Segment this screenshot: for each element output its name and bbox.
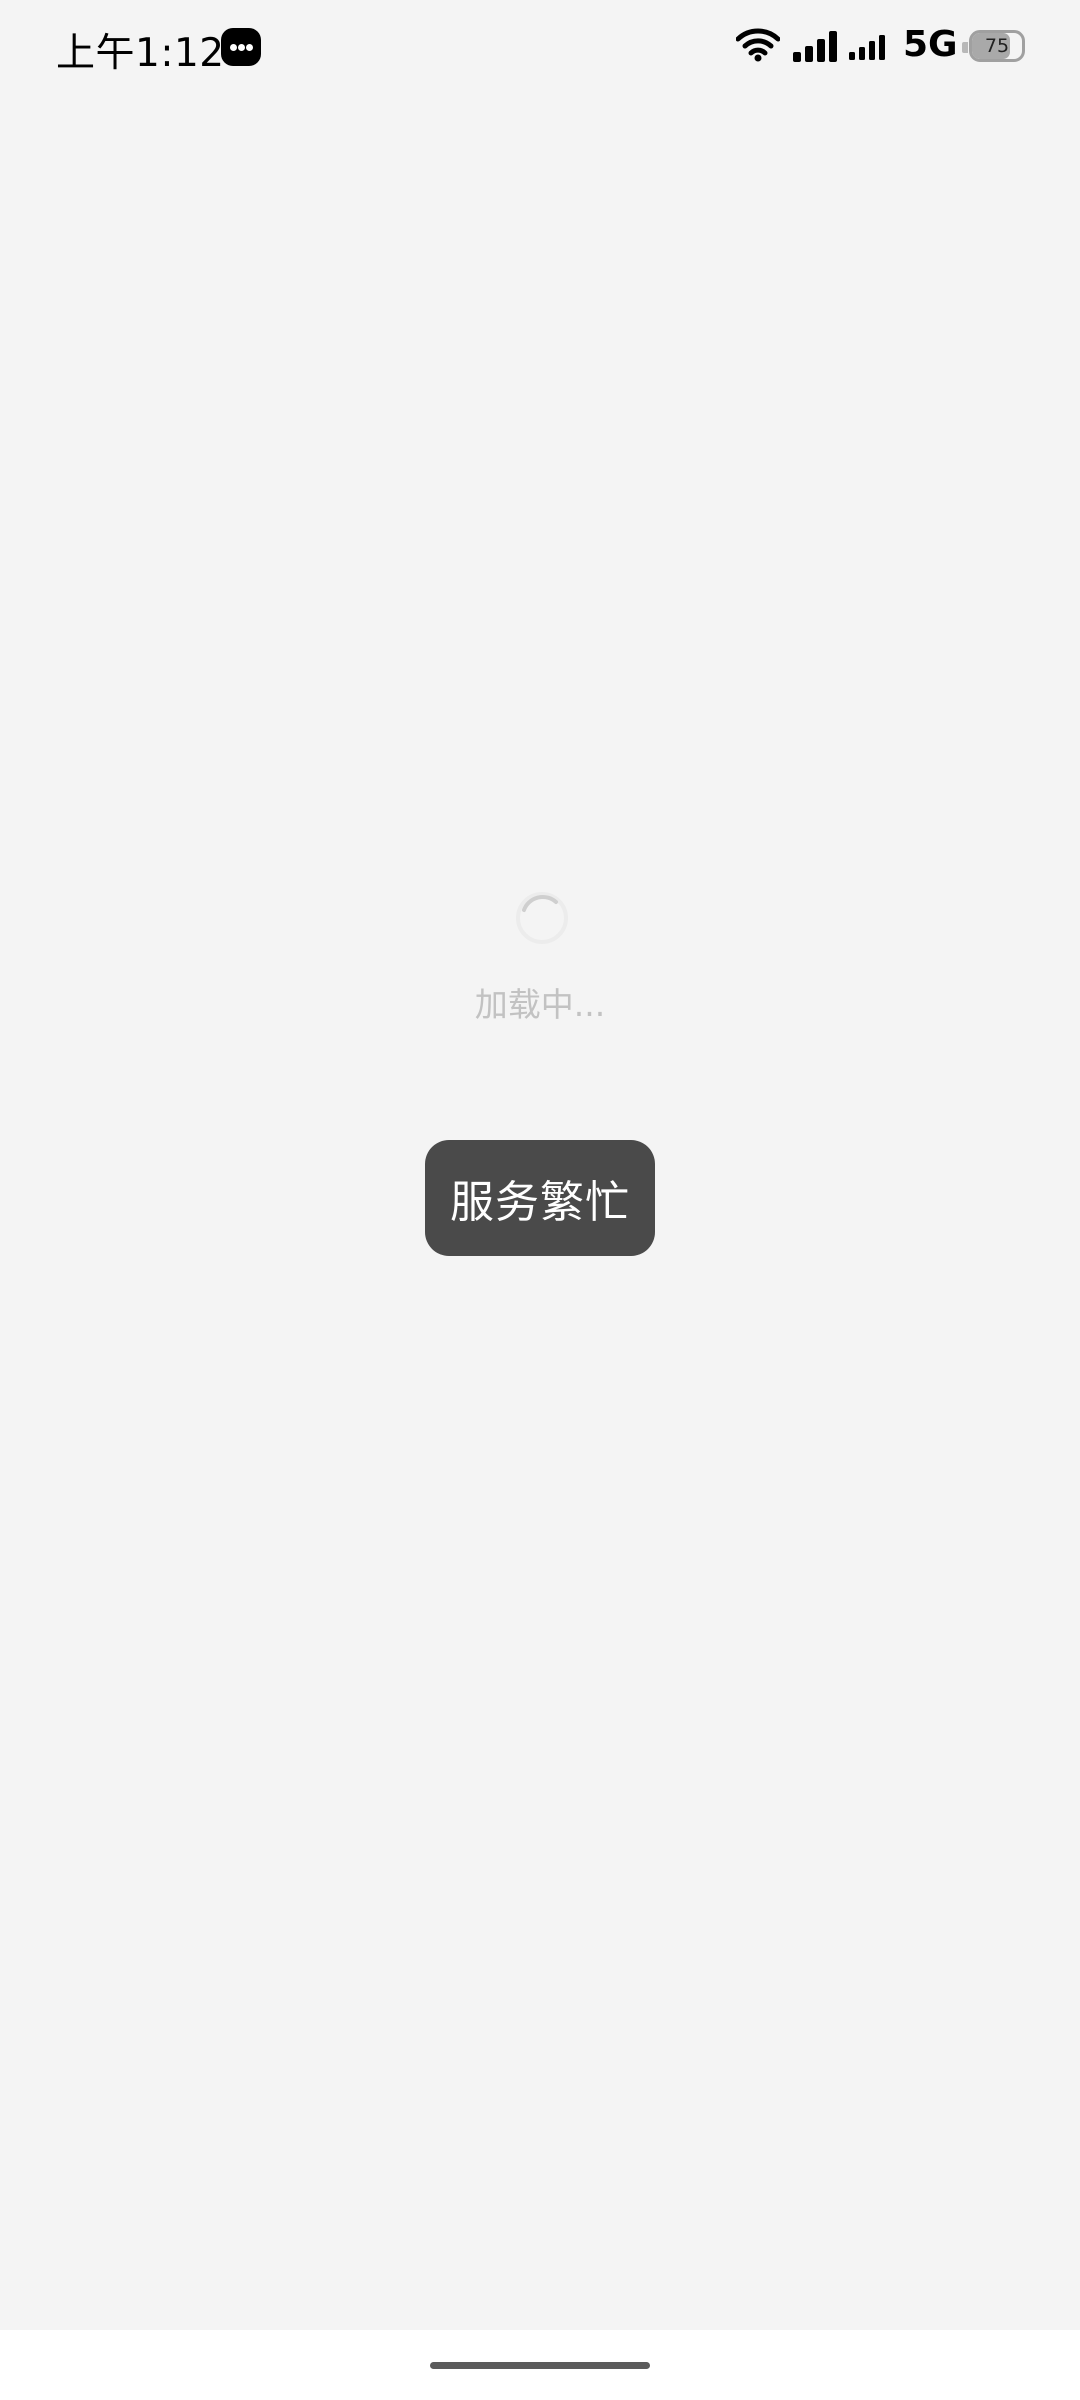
spinner-icon bbox=[516, 892, 568, 944]
status-bar: 上午1:12 5G 75 bbox=[0, 0, 1080, 96]
battery-tip bbox=[962, 42, 968, 53]
network-type-label: 5G bbox=[903, 24, 958, 65]
status-time: 上午1:12 bbox=[56, 31, 225, 76]
battery-icon: 75 bbox=[969, 30, 1025, 62]
gesture-bar bbox=[0, 2330, 1080, 2400]
toast-text: 服务繁忙 bbox=[450, 1177, 630, 1228]
cellular-signal-icon bbox=[793, 31, 837, 62]
wifi-icon bbox=[736, 28, 780, 62]
home-indicator[interactable] bbox=[430, 2362, 650, 2369]
cellular-signal-icon bbox=[849, 35, 885, 60]
battery-level: 75 bbox=[984, 35, 1010, 57]
chat-bubble-icon bbox=[221, 28, 261, 66]
app-screen: 上午1:12 5G 75 加载中... 服务繁忙 bbox=[0, 0, 1080, 2400]
loading-label: 加载中... bbox=[474, 985, 606, 1024]
toast-message: 服务繁忙 bbox=[425, 1140, 655, 1256]
